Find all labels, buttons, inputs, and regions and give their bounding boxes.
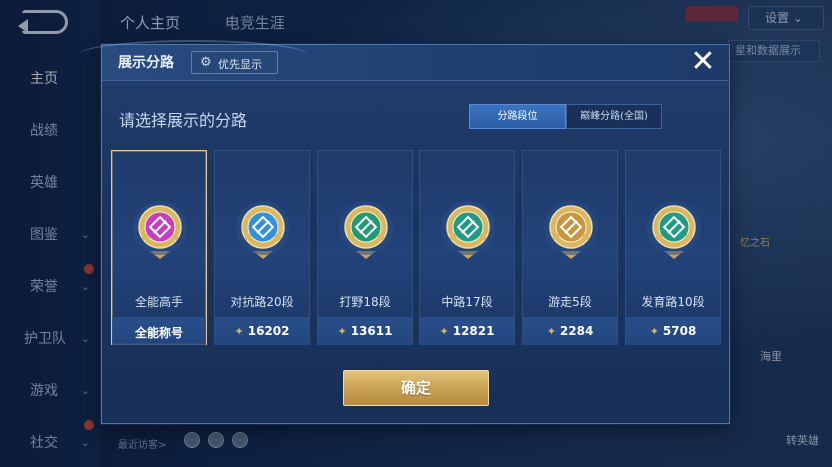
jungle-emblem-icon — [336, 195, 396, 265]
lane-card-name: 全能高手 — [134, 295, 183, 309]
lane-card-value: ✦ 13611 — [318, 324, 412, 338]
dialog-subtitle: 请选择展示的分路 — [119, 111, 248, 130]
lane-card-score: 13611 — [350, 324, 393, 338]
priority-display-button[interactable]: ⚙ 优先显示 — [191, 51, 278, 74]
star-icon: ✦ — [649, 325, 659, 338]
star-icon: ✦ — [546, 325, 556, 338]
star-icon: ✦ — [234, 325, 244, 338]
lane-card-score: 全能称号 — [134, 326, 183, 340]
lane-card-footer: ✦ 13611 — [318, 317, 412, 345]
lane-card-name: 中路17段 — [441, 295, 493, 309]
lane-card-footer: ✦ 2284 — [523, 317, 617, 345]
lane-card-value: ✦ 12821 — [420, 324, 514, 338]
lane-card[interactable]: 对抗路20段 ✦ 16202 — [214, 150, 310, 345]
lane-card-value: ✦ 2284 — [523, 324, 617, 338]
clash-lane-emblem-icon — [233, 195, 293, 265]
lane-card-value: ✦ 5708 — [626, 324, 720, 338]
lane-card[interactable]: 中路17段 ✦ 12821 — [419, 150, 515, 345]
lane-card[interactable]: 打野18段 ✦ 13611 — [317, 150, 413, 345]
farm-lane-emblem-icon — [644, 195, 704, 265]
roam-emblem-icon — [541, 195, 601, 265]
lane-card-name: 对抗路20段 — [230, 295, 294, 309]
lane-card-value: ✦ 16202 — [215, 324, 309, 338]
lane-card[interactable]: 发育路10段 ✦ 5708 — [625, 150, 721, 345]
lane-card-name: 游走5段 — [548, 295, 592, 309]
lane-card[interactable]: 游走5段 ✦ 2284 — [522, 150, 618, 345]
dialog-title: 展示分路 — [118, 55, 174, 71]
lane-card-value: 全能称号 — [112, 324, 206, 341]
lane-card-score: 5708 — [662, 324, 697, 338]
lane-card-footer: ✦ 16202 — [215, 317, 309, 345]
lane-card-footer: 全能称号 — [112, 317, 206, 345]
gear-icon: ⚙ — [200, 55, 212, 70]
lane-card[interactable]: 全能高手 全能称号 — [111, 150, 207, 345]
close-icon[interactable]: ✕ — [685, 44, 721, 80]
lane-card-name: 发育路10段 — [641, 295, 705, 309]
all-round-emblem-icon — [130, 195, 190, 265]
tab-lane-rank[interactable]: 分路段位 — [469, 104, 566, 129]
star-icon: ✦ — [337, 325, 347, 338]
mid-lane-emblem-icon — [438, 195, 498, 265]
lane-card-footer: ✦ 12821 — [420, 317, 514, 345]
tab-peak-lane[interactable]: 巅峰分路(全国) — [566, 104, 662, 129]
confirm-button[interactable]: 确定 — [343, 370, 489, 406]
lane-card-score: 2284 — [559, 324, 594, 338]
lane-card-name: 打野18段 — [339, 295, 391, 309]
lane-card-score: 16202 — [247, 324, 290, 338]
star-icon: ✦ — [439, 325, 449, 338]
lane-card-score: 12821 — [452, 324, 495, 338]
lane-card-footer: ✦ 5708 — [626, 317, 720, 345]
